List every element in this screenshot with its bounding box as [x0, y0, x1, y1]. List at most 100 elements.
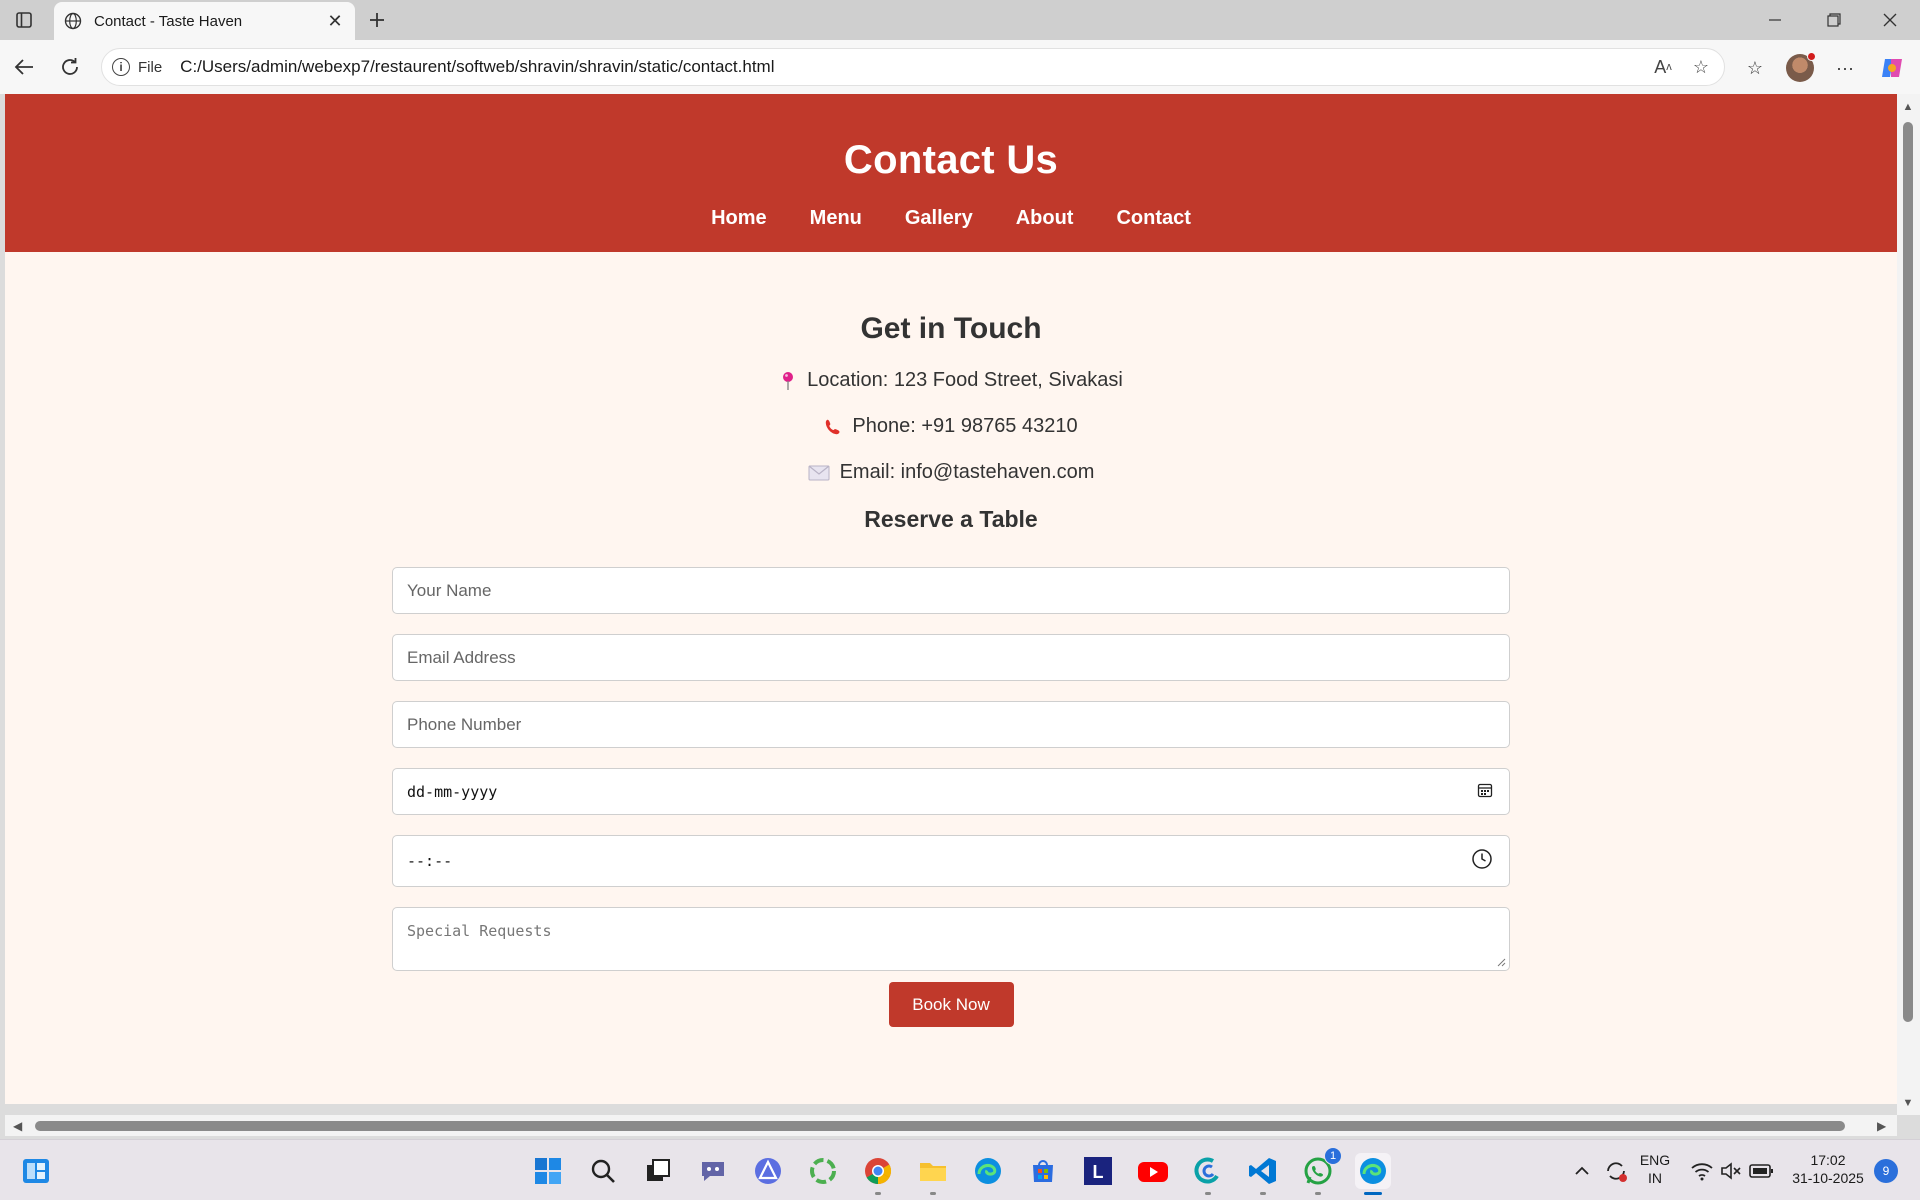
phone-icon — [824, 417, 842, 437]
tab-actions-button[interactable] — [10, 8, 38, 32]
location-line: Location: 123 Food Street, Sivakasi — [5, 369, 1897, 392]
ring-app-icon — [810, 1158, 836, 1184]
more-menu-button[interactable]: ··· — [1830, 53, 1860, 83]
special-requests-field[interactable]: Special Requests — [392, 907, 1510, 971]
read-aloud-icon[interactable]: Aʌ — [1648, 52, 1678, 82]
favorite-star-icon[interactable]: ☆ — [1686, 52, 1716, 82]
close-icon — [1883, 13, 1897, 27]
vscode-button[interactable] — [1245, 1153, 1281, 1195]
copilot-button[interactable] — [1877, 53, 1907, 83]
profile-button[interactable] — [1785, 52, 1816, 83]
nav-home[interactable]: Home — [711, 207, 767, 230]
calendar-icon[interactable] — [1477, 782, 1493, 802]
name-placeholder: Your Name — [407, 580, 492, 600]
scroll-left-icon[interactable]: ◀ — [13, 1119, 22, 1133]
page-title: Contact Us — [843, 138, 1059, 182]
widgets-button[interactable] — [18, 1153, 54, 1189]
clock[interactable]: 17:02 31-10-2025 — [1788, 1151, 1868, 1187]
teams-chat-button[interactable] — [695, 1153, 731, 1189]
task-view-button[interactable] — [640, 1153, 676, 1189]
restore-button[interactable] — [1806, 0, 1862, 40]
reservation-form: Your Name Email Address Phone Number dd-… — [392, 567, 1510, 1027]
refresh-button[interactable] — [56, 53, 84, 81]
vscode-icon — [1249, 1158, 1276, 1184]
reserve-heading: Reserve a Table — [864, 506, 1038, 532]
app-l-button[interactable]: L — [1080, 1153, 1116, 1189]
favorites-button[interactable]: ☆ — [1740, 53, 1770, 83]
tab-strip: Contact - Taste Haven ✕ — [0, 0, 1920, 40]
url-text[interactable]: C:/Users/admin/webexp7/restaurent/softwe… — [180, 57, 1648, 77]
whatsapp-button[interactable]: 1 — [1300, 1147, 1342, 1195]
battery-button[interactable] — [1744, 1153, 1780, 1189]
edge-active-button[interactable] — [1355, 1153, 1391, 1195]
search-button[interactable] — [585, 1153, 621, 1189]
info-icon[interactable]: i — [112, 58, 130, 76]
ellipsis-icon: ··· — [1836, 57, 1854, 78]
favorites-icon: ☆ — [1746, 57, 1764, 78]
taskbar: L 1 ENG IN 17:02 31-10-2025 9 — [0, 1139, 1920, 1200]
scroll-down-icon[interactable]: ▼ — [1902, 1098, 1914, 1109]
url-bar[interactable]: i File C:/Users/admin/webexp7/restaurent… — [101, 48, 1725, 86]
clock-icon[interactable] — [1471, 848, 1493, 874]
vertical-scrollbar[interactable]: ▲ ▼ — [1897, 94, 1920, 1115]
edge-icon — [1360, 1158, 1386, 1184]
chat-icon — [702, 1162, 724, 1181]
youtube-button[interactable] — [1135, 1153, 1171, 1189]
volume-muted-icon — [1721, 1162, 1741, 1180]
edge-button[interactable] — [970, 1153, 1006, 1189]
nav-gallery[interactable]: Gallery — [905, 207, 973, 230]
store-button[interactable] — [1025, 1153, 1061, 1189]
resize-handle-icon[interactable] — [1496, 957, 1506, 967]
avatar — [1786, 52, 1816, 82]
phone-field[interactable]: Phone Number — [392, 701, 1510, 748]
globe-icon — [64, 12, 82, 30]
horizontal-scrollbar[interactable]: ◀ ▶ — [5, 1115, 1897, 1136]
scroll-up-icon[interactable]: ▲ — [1902, 102, 1914, 113]
clock-date: 31-10-2025 — [1792, 1170, 1864, 1186]
youtube-icon — [1138, 1162, 1168, 1182]
scroll-right-icon[interactable]: ▶ — [1877, 1119, 1886, 1133]
letter-l-icon: L — [1084, 1157, 1112, 1185]
envelope-icon — [808, 463, 830, 483]
nav-contact[interactable]: Contact — [1116, 207, 1190, 230]
site-header: Contact Us Home Menu Gallery About Conta… — [5, 94, 1897, 252]
file-explorer-button[interactable] — [915, 1153, 951, 1195]
start-button[interactable] — [530, 1153, 566, 1189]
refresh-icon — [62, 58, 78, 75]
tray-overflow-button[interactable] — [1562, 1153, 1602, 1189]
plus-icon — [370, 13, 384, 27]
tab-close-icon[interactable]: ✕ — [325, 11, 345, 31]
app-c-button[interactable] — [1190, 1153, 1226, 1195]
close-window-button[interactable] — [1862, 0, 1918, 40]
active-tab[interactable]: Contact - Taste Haven ✕ — [54, 2, 355, 40]
address-bar: i File C:/Users/admin/webexp7/restaurent… — [0, 40, 1920, 94]
language-indicator[interactable]: ENG IN — [1638, 1151, 1672, 1187]
book-now-button[interactable]: Book Now — [888, 982, 1014, 1027]
chrome-button[interactable] — [860, 1153, 896, 1195]
running-indicator — [875, 1192, 881, 1195]
search-icon — [591, 1159, 615, 1183]
nav-menu[interactable]: Menu — [810, 207, 862, 230]
notification-count-badge[interactable]: 9 — [1874, 1159, 1898, 1183]
time-field[interactable]: --:-- — [392, 835, 1510, 887]
vertical-scroll-thumb[interactable] — [1903, 122, 1913, 1022]
copilot-icon — [1882, 59, 1902, 77]
back-button[interactable] — [10, 53, 38, 81]
email-field[interactable]: Email Address — [392, 634, 1510, 681]
sync-icon — [1607, 1162, 1627, 1182]
app-a-button[interactable] — [750, 1153, 786, 1189]
nav-about[interactable]: About — [1016, 207, 1074, 230]
name-field[interactable]: Your Name — [392, 567, 1510, 614]
horizontal-scroll-thumb[interactable] — [35, 1121, 1845, 1131]
running-indicator — [930, 1192, 936, 1195]
app-ring-button[interactable] — [805, 1153, 841, 1189]
date-field[interactable]: dd-mm-yyyy — [392, 768, 1510, 815]
new-tab-button[interactable] — [364, 7, 390, 33]
get-in-touch-heading: Get in Touch — [860, 312, 1042, 345]
email-line: Email: info@tastehaven.com — [5, 461, 1897, 484]
sync-button[interactable] — [1598, 1153, 1634, 1189]
minimize-button[interactable] — [1747, 0, 1803, 40]
phone-line: Phone: +91 98765 43210 — [5, 415, 1897, 438]
running-indicator — [1260, 1192, 1266, 1195]
widgets-icon — [23, 1159, 49, 1183]
